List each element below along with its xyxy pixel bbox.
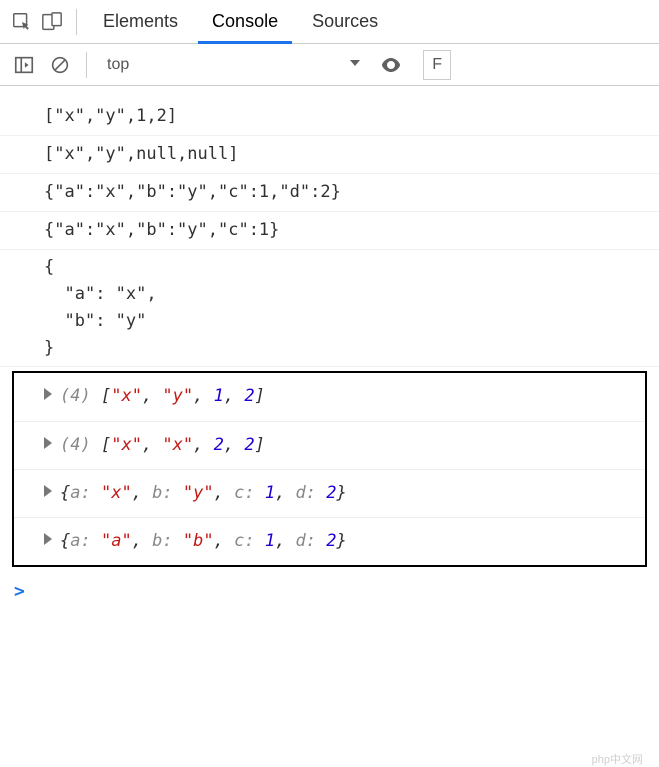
expand-arrow-icon — [44, 388, 52, 400]
divider — [76, 9, 77, 35]
tab-elements[interactable]: Elements — [89, 0, 192, 44]
log-line[interactable]: {"a":"x","b":"y","c":1} — [0, 212, 659, 250]
expandable-log[interactable]: (4) ["x", "x", 2, 2] — [14, 422, 645, 470]
expandable-log[interactable]: {a: "x", b: "y", c: 1, d: 2} — [14, 470, 645, 518]
log-line[interactable]: ["x","y",1,2] — [0, 98, 659, 136]
watermark: php中文网 — [592, 751, 643, 767]
log-line[interactable]: { "a": "x", "b": "y" } — [0, 250, 659, 368]
eye-icon[interactable] — [377, 51, 405, 79]
filter-label: F — [432, 56, 442, 74]
tab-sources[interactable]: Sources — [298, 0, 392, 44]
expandable-log[interactable]: (4) ["x", "y", 1, 2] — [14, 373, 645, 421]
tab-console[interactable]: Console — [198, 0, 292, 44]
clear-console-icon[interactable] — [46, 51, 74, 79]
device-toolbar-icon[interactable] — [40, 10, 64, 34]
console-prompt[interactable]: > — [0, 573, 659, 610]
context-selector[interactable]: top — [99, 56, 369, 74]
context-label: top — [107, 56, 129, 74]
sidebar-toggle-icon[interactable] — [10, 51, 38, 79]
expand-arrow-icon — [44, 485, 52, 497]
console-output: ["x","y",1,2] ["x","y",null,null] {"a":"… — [0, 86, 659, 567]
log-line[interactable]: {"a":"x","b":"y","c":1,"d":2} — [0, 174, 659, 212]
expand-arrow-icon — [44, 437, 52, 449]
log-line[interactable]: ["x","y",null,null] — [0, 136, 659, 174]
inspect-icon[interactable] — [10, 10, 34, 34]
expandable-log[interactable]: {a: "a", b: "b", c: 1, d: 2} — [14, 518, 645, 565]
boxed-logs: (4) ["x", "y", 1, 2](4) ["x", "x", 2, 2]… — [12, 371, 647, 567]
tab-bar: Elements Console Sources — [0, 0, 659, 44]
filter-input[interactable]: F — [423, 50, 451, 80]
chevron-down-icon — [349, 56, 361, 74]
console-toolbar: top F — [0, 44, 659, 86]
divider — [86, 52, 87, 78]
expand-arrow-icon — [44, 533, 52, 545]
